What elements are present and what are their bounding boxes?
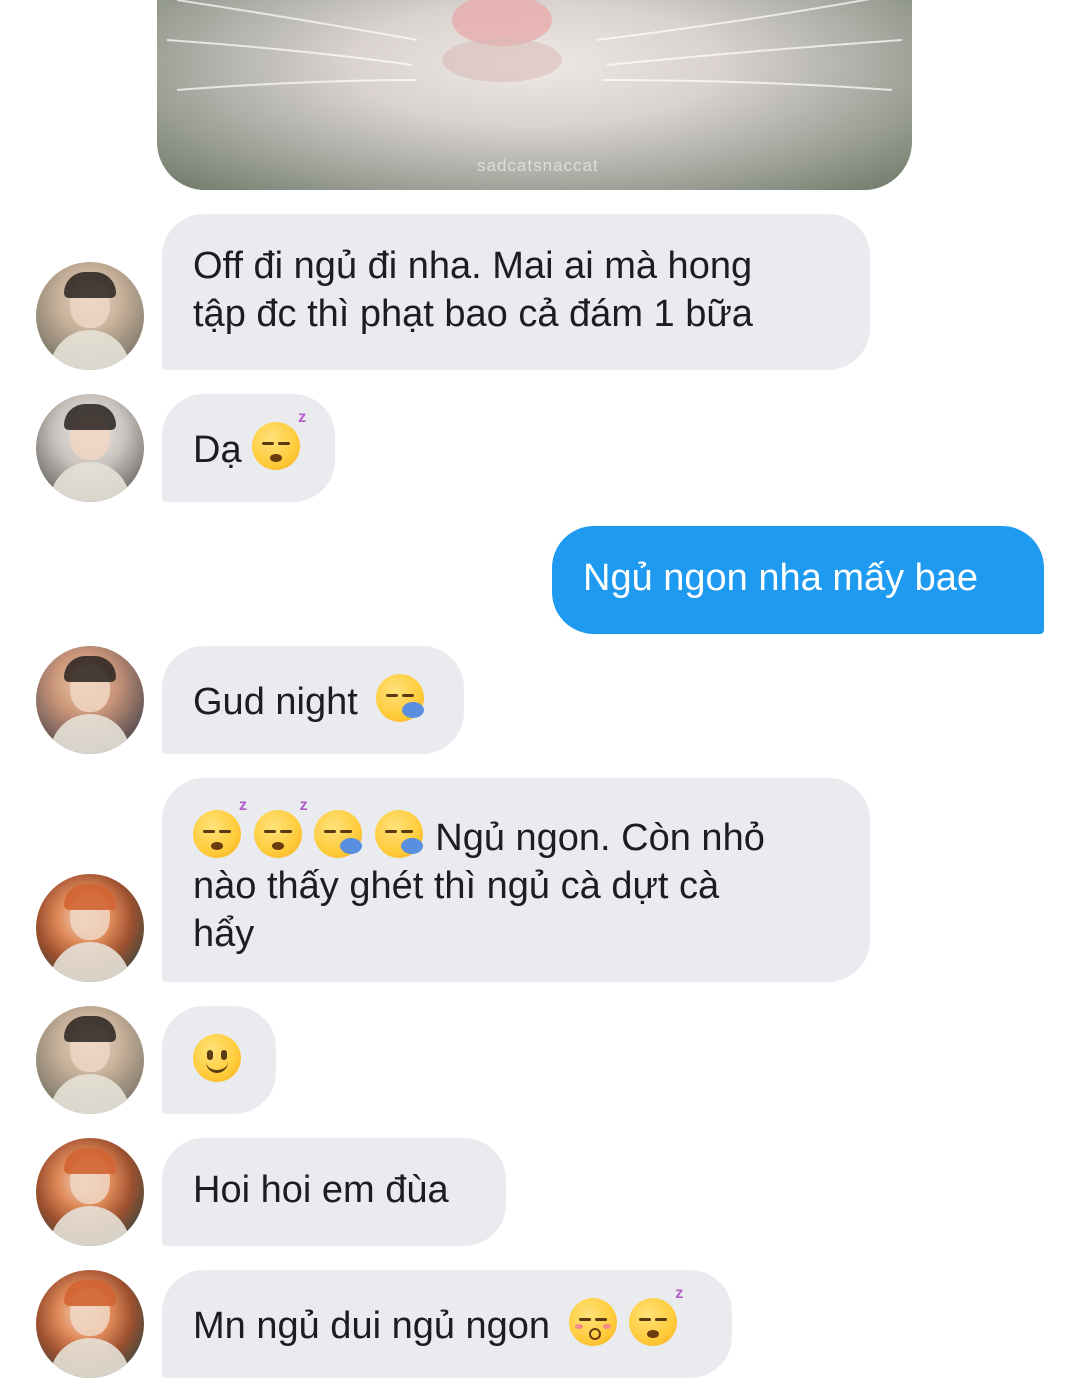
avatar[interactable] (36, 874, 144, 982)
message-text-line: nào thấy ghét thì ngủ cà dựt cà (193, 865, 720, 907)
message-text: Mn ngủ dui ngủ ngon (193, 1305, 551, 1347)
avatar[interactable] (36, 394, 144, 502)
message-text-line: Off đi ngủ đi nha. Mai ai mà hong (193, 245, 753, 287)
message-text-line: tập đc thì phạt bao cả đám 1 bữa (193, 293, 753, 335)
message-text: Hoi hoi em đùa (193, 1169, 449, 1211)
avatar[interactable] (36, 1270, 144, 1378)
message-bubble[interactable]: Gud night (162, 646, 464, 754)
avatar[interactable] (36, 1138, 144, 1246)
message-bubble-outgoing[interactable]: Ngủ ngon nha mấy bae (552, 526, 1044, 634)
message-bubble[interactable]: Dạ z (162, 394, 335, 502)
message-bubble[interactable]: Mn ngủ dui ngủ ngon z (162, 1270, 732, 1378)
message-text-line: Ngủ ngon. Còn nhỏ (435, 817, 765, 859)
message-text-line: hẩy (193, 913, 255, 955)
sleepy-face-icon (314, 810, 363, 858)
sleepy-face-icon (374, 810, 423, 858)
message-text: Gud night (193, 681, 358, 723)
sleeping-face-icon: z (253, 798, 308, 858)
message-text: Dạ (193, 429, 242, 471)
message-bubble[interactable]: Hoi hoi em đùa (162, 1138, 506, 1246)
sleeping-face-icon: z (193, 798, 247, 858)
photo-watermark: sadcatsnaccat (477, 156, 599, 175)
avatar[interactable] (36, 646, 144, 754)
avatar[interactable] (36, 262, 144, 370)
shared-photo[interactable]: sadcatsnaccat (157, 0, 912, 190)
avatar[interactable] (36, 1006, 144, 1114)
message-text: Ngủ ngon nha mấy bae (583, 557, 979, 599)
kissing-face-icon (568, 1298, 617, 1346)
message-bubble[interactable] (162, 1006, 276, 1114)
message-bubble[interactable]: z z Ngủ ngon. Còn nhỏ nào thấy ghét thì … (162, 778, 870, 982)
sleepy-face-icon (376, 674, 425, 722)
message-bubble[interactable]: Off đi ngủ đi nha. Mai ai mà hong tập đc… (162, 214, 870, 370)
sleeping-face-icon: z (629, 1286, 683, 1346)
sleeping-face-icon: z (252, 410, 306, 470)
slightly-smiling-face-icon (193, 1034, 241, 1082)
